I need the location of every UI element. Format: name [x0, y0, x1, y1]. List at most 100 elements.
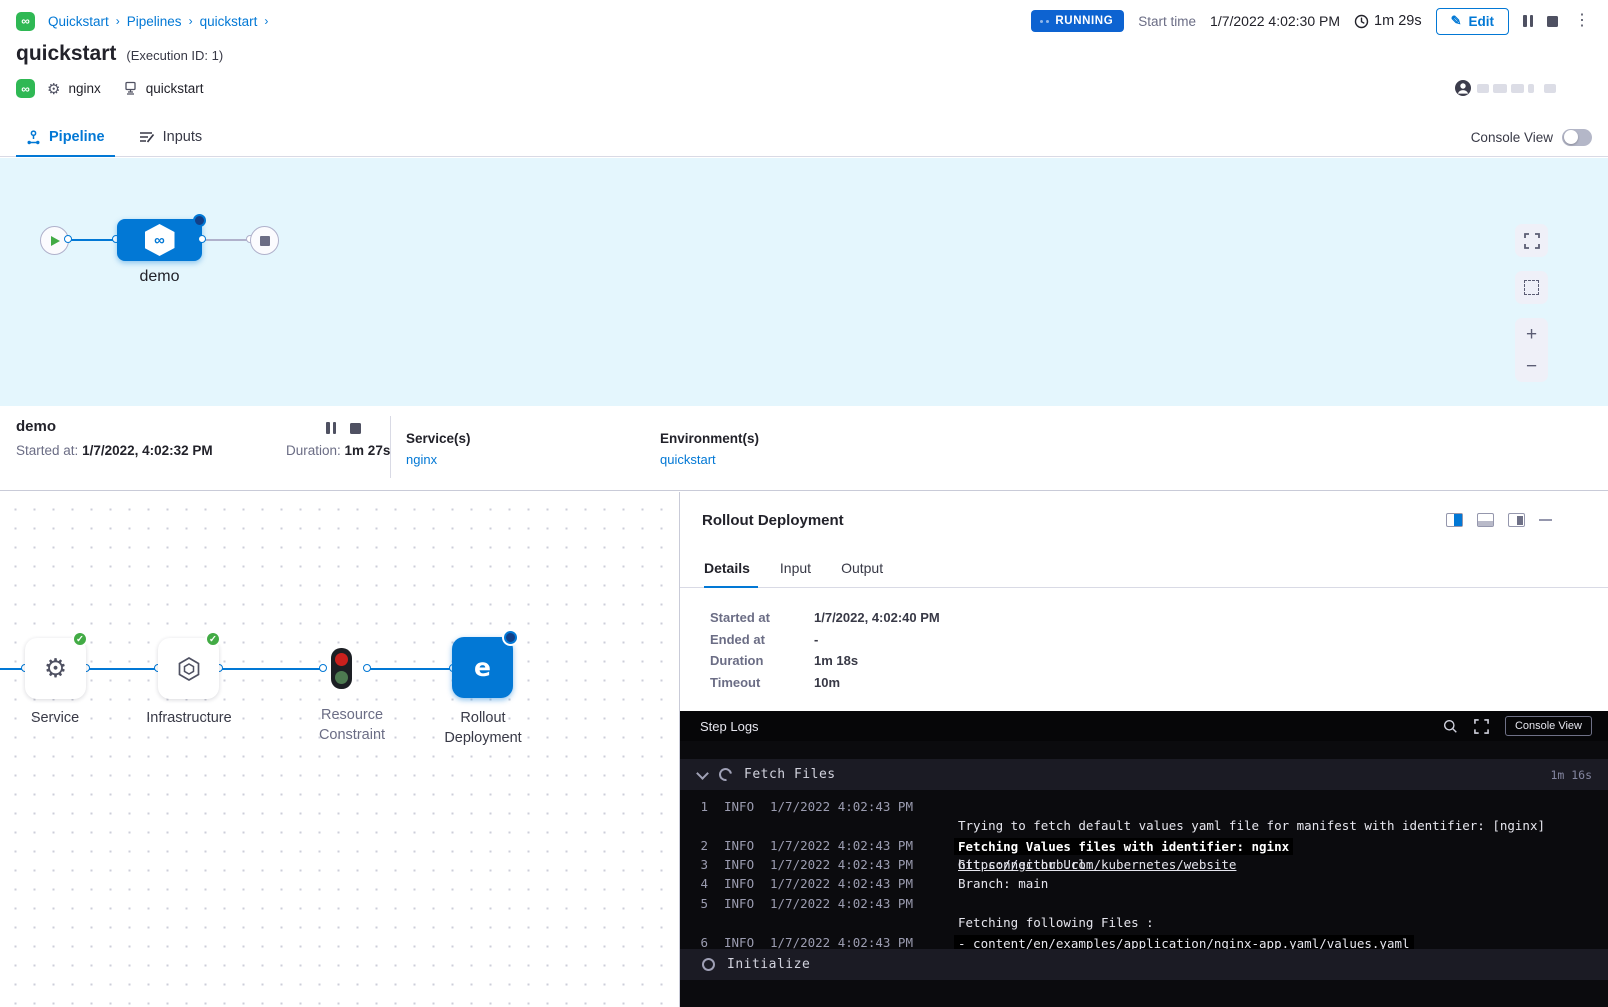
- traffic-green-icon: [335, 671, 348, 684]
- service-link[interactable]: nginx: [406, 452, 471, 467]
- marquee-icon: [1524, 280, 1539, 295]
- log-message-text: Git connector Url:: [958, 857, 1101, 872]
- tab-pipeline[interactable]: Pipeline: [16, 118, 115, 156]
- pause-execution-icon[interactable]: [1523, 15, 1533, 27]
- chevron-down-icon: [696, 767, 709, 780]
- edge-port: [64, 235, 72, 243]
- elapsed-value: 1m 29s: [1374, 13, 1422, 29]
- step-label-infrastructure: Infrastructure: [128, 708, 250, 728]
- console-view-button[interactable]: Console View: [1505, 716, 1592, 736]
- stage-duration: Duration: 1m 27s: [286, 443, 390, 458]
- stage-started-at: Started at: 1/7/2022, 4:02:32 PM: [16, 443, 213, 458]
- section-running-spinner-icon: [716, 765, 734, 783]
- log-timestamp: 1/7/2022 4:02:43 PM: [770, 876, 913, 891]
- pause-stage-icon[interactable]: [326, 422, 336, 434]
- console-view-label: Console View: [1471, 130, 1553, 145]
- layout-bottom-view-icon[interactable]: [1477, 513, 1494, 527]
- tab-input[interactable]: Input: [780, 554, 823, 587]
- tags-row: ∞ ⚙ nginx quickstart: [16, 79, 204, 98]
- breadcrumb: ∞ Quickstart › Pipelines › quickstart ›: [16, 12, 268, 31]
- log-line-number: 3: [692, 857, 708, 872]
- fullscreen-button[interactable]: [1515, 224, 1548, 257]
- step-node-infrastructure[interactable]: [158, 638, 219, 699]
- log-timestamp: 1/7/2022 4:02:43 PM: [770, 935, 913, 950]
- stage-execution-area: ⚙ ✓ Service ✓ Infrastructure Resource Co…: [0, 492, 1608, 1007]
- start-time-value: 1/7/2022 4:02:30 PM: [1210, 13, 1340, 29]
- stop-stage-icon[interactable]: [350, 423, 361, 434]
- infrastructure-success-icon: ✓: [205, 631, 221, 647]
- section-title: Initialize: [727, 957, 810, 972]
- log-line: 1 INFO 1/7/2022 4:02:43 PM: [680, 799, 1608, 818]
- log-line-number: 2: [692, 838, 708, 853]
- environment-tag[interactable]: quickstart: [123, 81, 204, 96]
- section-title: Fetch Files: [744, 767, 836, 782]
- edge: [86, 668, 159, 670]
- rollout-running-spinner-icon: [504, 631, 517, 644]
- step-node-service[interactable]: ⚙: [25, 638, 86, 699]
- layout-split-view-icon[interactable]: [1446, 513, 1463, 527]
- panel-layout-controls: [1446, 513, 1552, 527]
- search-icon[interactable]: [1443, 719, 1458, 734]
- stage-name-label: demo: [117, 268, 202, 286]
- log-section-fetch-files[interactable]: Fetch Files 1m 16s: [680, 759, 1608, 790]
- step-label-rollout-deployment: Rollout Deployment: [421, 708, 545, 748]
- detail-label: Ended at: [710, 632, 814, 647]
- tab-inputs-label: Inputs: [163, 129, 203, 145]
- tab-inputs[interactable]: Inputs: [129, 118, 213, 156]
- stage-controls: [326, 422, 361, 434]
- minimize-panel-icon[interactable]: [1539, 519, 1552, 522]
- log-line: Fetching following Files :: [680, 915, 1608, 934]
- layout-right-view-icon[interactable]: [1508, 513, 1525, 527]
- detail-value: 10m: [814, 675, 840, 690]
- tab-details[interactable]: Details: [704, 554, 762, 587]
- edge-start-demo: [69, 239, 118, 241]
- label-line: Rollout: [421, 708, 545, 728]
- log-message: Fetching following Files :: [958, 915, 1154, 930]
- stage-node-demo[interactable]: ∞: [117, 219, 202, 261]
- log-level: INFO: [724, 896, 754, 911]
- view-tabs: Pipeline Inputs Console View: [0, 118, 1608, 157]
- traffic-red-icon: [335, 653, 348, 666]
- step-logs-header: Step Logs Console View: [680, 711, 1608, 741]
- edit-label: Edit: [1469, 14, 1495, 29]
- breadcrumb-pipeline-name[interactable]: quickstart: [200, 14, 258, 29]
- step-node-rollout-deployment[interactable]: e: [452, 637, 513, 698]
- step-logs-title: Step Logs: [700, 719, 759, 734]
- edge-port: [363, 664, 371, 672]
- harness-module-icon: ∞: [16, 79, 35, 98]
- select-region-button[interactable]: [1515, 271, 1548, 304]
- step-details-panel: Rollout Deployment Details Input Output …: [679, 492, 1608, 1007]
- more-options-icon[interactable]: ⋮: [1572, 13, 1592, 29]
- status-badge: RUNNING: [1031, 10, 1124, 32]
- log-line: Trying to fetch default values yaml file…: [680, 818, 1608, 837]
- detail-label: Started at: [710, 610, 814, 625]
- log-line-number: 1: [692, 799, 708, 814]
- edit-button[interactable]: ✎ Edit: [1436, 8, 1509, 35]
- service-tag[interactable]: ⚙ nginx: [47, 80, 101, 98]
- status-text: RUNNING: [1055, 15, 1113, 27]
- environment-link[interactable]: quickstart: [660, 452, 759, 467]
- redacted-user-info: [1477, 84, 1556, 93]
- step-graph-canvas[interactable]: ⚙ ✓ Service ✓ Infrastructure Resource Co…: [0, 492, 679, 1007]
- label-line: Constraint: [291, 725, 413, 745]
- zoom-in-button[interactable]: +: [1526, 325, 1537, 344]
- log-line: 3 INFO 1/7/2022 4:02:43 PM Git connector…: [680, 857, 1608, 876]
- zoom-out-button[interactable]: −: [1526, 357, 1537, 376]
- console-view-toggle[interactable]: [1562, 129, 1592, 146]
- log-section-initialize[interactable]: Initialize: [680, 949, 1608, 980]
- tab-output[interactable]: Output: [841, 554, 895, 587]
- edge: [219, 668, 323, 670]
- execution-graph-canvas[interactable]: ∞ demo + −: [0, 158, 1608, 406]
- rollout-deployment-icon: e: [474, 653, 491, 682]
- expand-logs-icon[interactable]: [1474, 719, 1489, 734]
- end-node[interactable]: [250, 226, 279, 255]
- duration-label: Duration:: [286, 443, 341, 458]
- step-node-resource-constraint[interactable]: [331, 648, 352, 689]
- stop-execution-icon[interactable]: [1547, 16, 1558, 27]
- breadcrumb-project[interactable]: Quickstart: [48, 14, 109, 29]
- label-line: Deployment: [421, 728, 545, 748]
- breadcrumb-pipelines[interactable]: Pipelines: [127, 14, 182, 29]
- started-at-label: Started at:: [16, 443, 78, 458]
- page-title: quickstart: [16, 42, 116, 66]
- services-label: Service(s): [406, 431, 471, 446]
